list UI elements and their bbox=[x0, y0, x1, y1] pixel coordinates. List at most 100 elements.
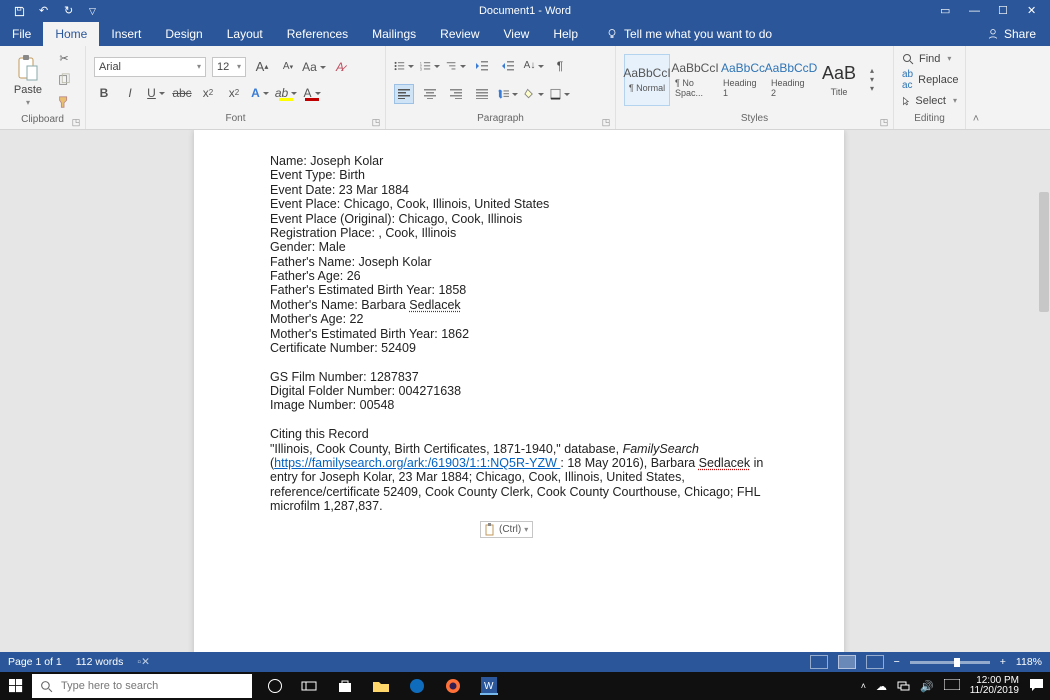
shrink-font-icon[interactable]: A▾ bbox=[278, 57, 298, 77]
tab-help[interactable]: Help bbox=[541, 22, 590, 46]
style-heading1[interactable]: AaBbCcHeading 1 bbox=[720, 54, 766, 106]
change-case-icon[interactable]: Aa bbox=[304, 57, 324, 77]
cortana-icon[interactable] bbox=[268, 679, 282, 693]
text-effects-icon[interactable]: A bbox=[250, 83, 270, 103]
action-center-icon[interactable] bbox=[1029, 678, 1044, 695]
zoom-out-button[interactable]: − bbox=[894, 656, 900, 668]
vertical-scrollbar[interactable] bbox=[1038, 168, 1050, 468]
close-icon[interactable]: ✕ bbox=[1027, 6, 1038, 17]
task-view-icon[interactable] bbox=[300, 677, 318, 695]
redo-icon[interactable]: ↻ bbox=[64, 6, 75, 17]
subscript-button[interactable]: x2 bbox=[198, 83, 218, 103]
clipboard-launcher-icon[interactable]: ◳ bbox=[71, 117, 81, 127]
font-launcher-icon[interactable]: ◳ bbox=[371, 117, 381, 127]
multilevel-list-icon[interactable] bbox=[446, 56, 466, 76]
scrollbar-thumb[interactable] bbox=[1039, 192, 1049, 312]
paragraph-launcher-icon[interactable]: ◳ bbox=[601, 117, 611, 127]
copy-icon[interactable] bbox=[56, 72, 72, 88]
style-no-spacing[interactable]: AaBbCcI¶ No Spac... bbox=[672, 54, 718, 106]
status-words[interactable]: 112 words bbox=[76, 656, 124, 668]
align-right-button[interactable] bbox=[446, 84, 466, 104]
tab-references[interactable]: References bbox=[275, 22, 360, 46]
tab-insert[interactable]: Insert bbox=[99, 22, 153, 46]
tray-keyboard-icon[interactable] bbox=[944, 679, 960, 693]
web-layout-button[interactable] bbox=[866, 655, 884, 669]
justify-button[interactable] bbox=[472, 84, 492, 104]
font-name-combo[interactable]: Arial▾ bbox=[94, 57, 206, 77]
style-heading2[interactable]: AaBbCcDHeading 2 bbox=[768, 54, 814, 106]
tray-volume-icon[interactable]: 🔊 bbox=[920, 680, 934, 693]
style-normal[interactable]: AaBbCcI¶ Normal bbox=[624, 54, 670, 106]
paste-button[interactable]: Paste ▾ bbox=[8, 54, 48, 107]
increase-indent-icon[interactable] bbox=[498, 56, 518, 76]
collapse-ribbon-icon[interactable]: ˄ bbox=[966, 46, 986, 129]
grow-font-icon[interactable]: A▴ bbox=[252, 57, 272, 77]
clear-formatting-icon[interactable]: A̷ bbox=[330, 57, 350, 77]
taskbar-search[interactable]: Type here to search bbox=[32, 674, 252, 698]
find-button[interactable]: Find▾ bbox=[902, 53, 957, 65]
align-center-button[interactable] bbox=[420, 84, 440, 104]
bold-button[interactable]: B bbox=[94, 83, 114, 103]
tab-home[interactable]: Home bbox=[43, 22, 99, 46]
superscript-button[interactable]: x2 bbox=[224, 83, 244, 103]
tray-overflow-icon[interactable]: ˄ bbox=[861, 681, 866, 691]
style-title[interactable]: AaBTitle bbox=[816, 54, 862, 106]
zoom-in-button[interactable]: + bbox=[1000, 656, 1006, 668]
maximize-icon[interactable]: ☐ bbox=[998, 6, 1009, 17]
tab-view[interactable]: View bbox=[492, 22, 542, 46]
save-icon[interactable] bbox=[14, 6, 25, 17]
sort-icon[interactable]: A↓ bbox=[524, 56, 544, 76]
zoom-slider[interactable] bbox=[910, 661, 990, 664]
edge-icon[interactable] bbox=[408, 677, 426, 695]
shading-icon[interactable] bbox=[524, 84, 544, 104]
print-layout-button[interactable] bbox=[838, 655, 856, 669]
tab-review[interactable]: Review bbox=[428, 22, 491, 46]
citation-link[interactable]: https://familysearch.org/ark:/61903/1:1:… bbox=[274, 456, 560, 470]
underline-button[interactable]: U bbox=[146, 83, 166, 103]
tell-me-search[interactable]: Tell me what you want to do bbox=[594, 22, 784, 46]
word-taskbar-icon[interactable]: W bbox=[480, 677, 498, 695]
file-explorer-icon[interactable] bbox=[372, 677, 390, 695]
tab-layout[interactable]: Layout bbox=[215, 22, 275, 46]
replace-button[interactable]: abacReplace bbox=[902, 69, 957, 91]
cut-icon[interactable]: ✂ bbox=[56, 50, 72, 66]
styles-more-button[interactable]: ▴▾▾ bbox=[864, 66, 880, 93]
zoom-knob[interactable] bbox=[954, 658, 960, 667]
format-painter-icon[interactable] bbox=[56, 94, 72, 110]
show-marks-icon[interactable]: ¶ bbox=[550, 56, 570, 76]
page[interactable]: Name: Joseph Kolar Event Type: Birth Eve… bbox=[194, 130, 844, 652]
tab-design[interactable]: Design bbox=[153, 22, 214, 46]
bullets-icon[interactable] bbox=[394, 56, 414, 76]
tray-network-icon[interactable] bbox=[897, 679, 910, 694]
highlight-button[interactable]: ab bbox=[276, 83, 296, 103]
tab-file[interactable]: File bbox=[0, 22, 43, 46]
tray-cloud-icon[interactable]: ☁ bbox=[876, 680, 887, 693]
borders-icon[interactable] bbox=[550, 84, 570, 104]
select-button[interactable]: Select▾ bbox=[902, 95, 957, 107]
tab-mailings[interactable]: Mailings bbox=[360, 22, 428, 46]
minimize-icon[interactable]: — bbox=[969, 6, 980, 17]
status-proofing-icon[interactable]: ▫✕ bbox=[137, 656, 150, 668]
styles-launcher-icon[interactable]: ◳ bbox=[879, 117, 889, 127]
ribbon-display-icon[interactable]: ▭ bbox=[940, 6, 951, 17]
qat-more-icon[interactable]: ▽ bbox=[89, 6, 100, 17]
font-size-combo[interactable]: 12▾ bbox=[212, 57, 246, 77]
strikethrough-button[interactable]: abc bbox=[172, 83, 192, 103]
firefox-icon[interactable] bbox=[444, 677, 462, 695]
read-mode-button[interactable] bbox=[810, 655, 828, 669]
document-body[interactable]: Name: Joseph Kolar Event Type: Birth Eve… bbox=[270, 154, 768, 540]
italic-button[interactable]: I bbox=[120, 83, 140, 103]
tray-clock[interactable]: 12:00 PM11/20/2019 bbox=[970, 676, 1019, 697]
align-left-button[interactable] bbox=[394, 84, 414, 104]
zoom-level[interactable]: 118% bbox=[1016, 656, 1042, 668]
start-button[interactable] bbox=[0, 679, 32, 693]
share-button[interactable]: Share bbox=[973, 22, 1050, 46]
numbering-icon[interactable]: 123 bbox=[420, 56, 440, 76]
line-spacing-icon[interactable] bbox=[498, 84, 518, 104]
undo-icon[interactable]: ↶ bbox=[39, 6, 50, 17]
status-page[interactable]: Page 1 of 1 bbox=[8, 656, 62, 668]
font-color-button[interactable]: A bbox=[302, 83, 322, 103]
paste-options-button[interactable]: (Ctrl) ▾ bbox=[480, 521, 533, 538]
decrease-indent-icon[interactable] bbox=[472, 56, 492, 76]
store-icon[interactable] bbox=[336, 677, 354, 695]
